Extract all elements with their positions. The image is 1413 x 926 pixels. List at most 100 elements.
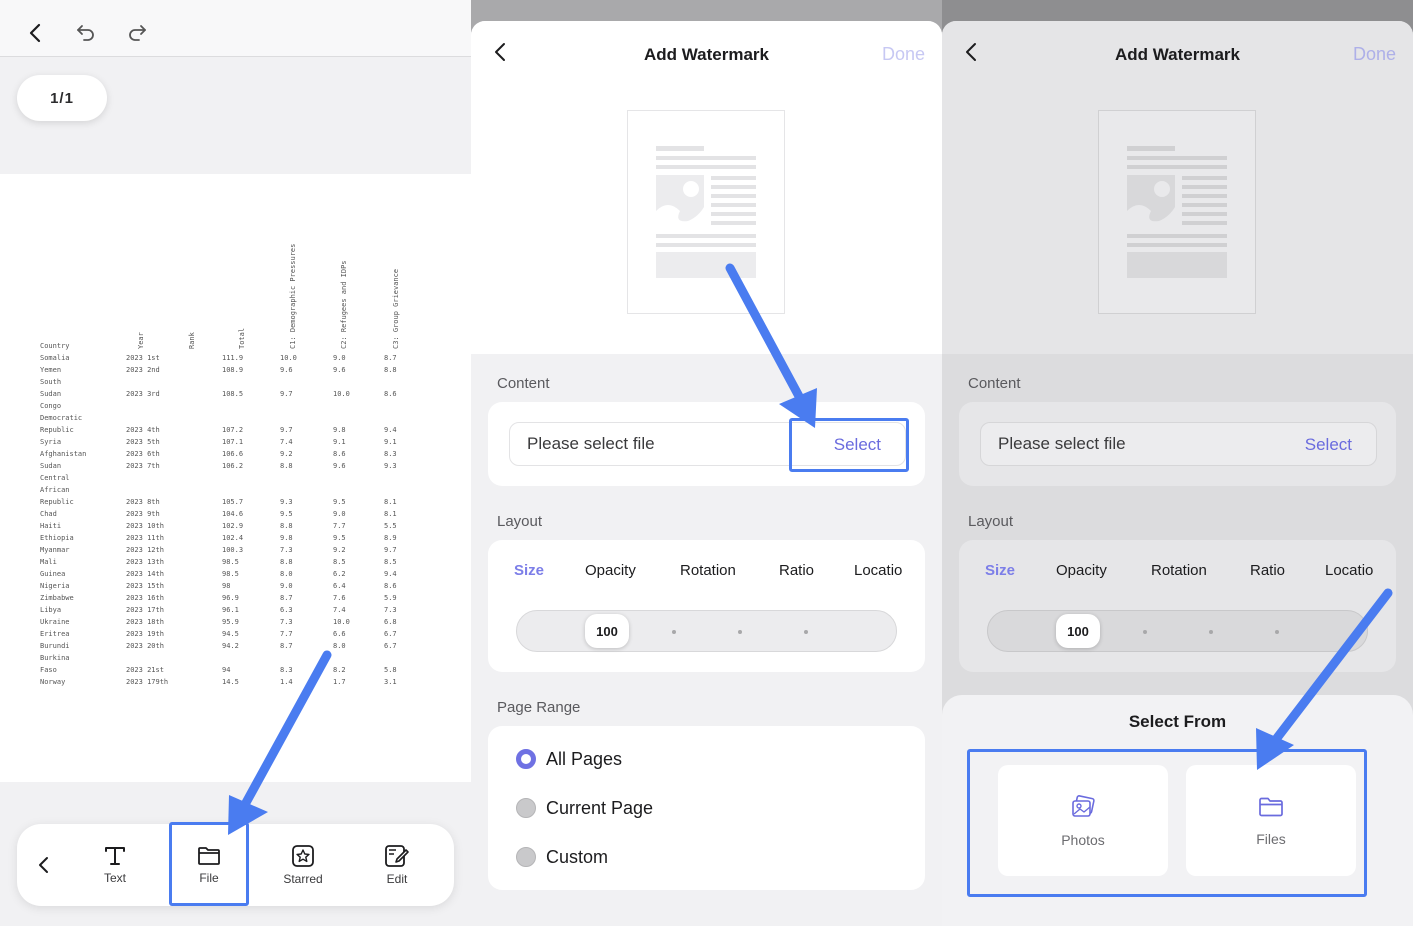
file-tool-highlight bbox=[169, 822, 249, 906]
cell-yearrank: 2023 21st bbox=[126, 666, 164, 674]
undo-icon[interactable] bbox=[71, 18, 101, 48]
cell-country: Sudan bbox=[40, 462, 62, 470]
cell-country: Central bbox=[40, 474, 70, 482]
cell-country: Somalia bbox=[40, 354, 70, 362]
tab-ratio[interactable]: Ratio bbox=[779, 562, 814, 579]
sheet-header-area: Add Watermark Done bbox=[471, 21, 942, 354]
column-header-c3: C3: Group Grievance bbox=[392, 268, 400, 349]
cell-c3: 5.8 bbox=[384, 666, 397, 674]
column-header-total: Total bbox=[238, 327, 246, 349]
cell-c2: 7.7 bbox=[333, 522, 346, 530]
cell-c1: 9.8 bbox=[280, 534, 293, 542]
text-tool-button[interactable]: Text bbox=[75, 824, 155, 906]
edit-tool-button[interactable]: Edit bbox=[357, 824, 437, 906]
cell-yearrank: 2023 4th bbox=[126, 426, 160, 434]
cell-c2: 8.2 bbox=[333, 666, 346, 674]
redo-icon[interactable] bbox=[122, 18, 152, 48]
cell-country: Faso bbox=[40, 666, 57, 674]
cell-c3: 5.5 bbox=[384, 522, 397, 530]
document-thumbnail-icon bbox=[656, 146, 756, 278]
cell-c1: 9.7 bbox=[280, 426, 293, 434]
cell-yearrank: 2023 19th bbox=[126, 630, 164, 638]
content-card: Please select file Select bbox=[959, 402, 1396, 486]
tab-rotation[interactable]: Rotation bbox=[1151, 562, 1207, 579]
cell-c1: 8.8 bbox=[280, 522, 293, 530]
sheet-header-area: Add Watermark Done bbox=[942, 21, 1413, 354]
cell-yearrank: 2023 7th bbox=[126, 462, 160, 470]
cell-c2: 7.6 bbox=[333, 594, 346, 602]
cell-c3: 9.1 bbox=[384, 438, 397, 446]
cell-yearrank: 2023 1st bbox=[126, 354, 160, 362]
cell-c1: 7.4 bbox=[280, 438, 293, 446]
tab-opacity[interactable]: Opacity bbox=[1056, 562, 1107, 579]
cell-c2: 6.2 bbox=[333, 570, 346, 578]
column-header-c2: C2: Refugees and IDPs bbox=[340, 260, 348, 349]
cell-total: 98 bbox=[222, 582, 231, 590]
done-button[interactable]: Done bbox=[1353, 44, 1396, 65]
cell-c2: 9.0 bbox=[333, 354, 346, 362]
cell-c3: 8.5 bbox=[384, 558, 397, 566]
tab-size[interactable]: Size bbox=[514, 562, 544, 579]
radio-unselected-icon bbox=[516, 847, 536, 867]
cell-c1: 8.7 bbox=[280, 594, 293, 602]
slider-tick bbox=[804, 630, 808, 634]
cell-c2: 9.8 bbox=[333, 426, 346, 434]
toolbar-back-button[interactable] bbox=[17, 824, 69, 906]
tab-size[interactable]: Size bbox=[985, 562, 1015, 579]
starred-tool-button[interactable]: Starred bbox=[263, 824, 343, 906]
cell-c3: 9.4 bbox=[384, 570, 397, 578]
file-input[interactable]: Please select file Select bbox=[980, 422, 1377, 466]
back-icon[interactable] bbox=[20, 18, 50, 48]
cell-c2: 9.6 bbox=[333, 462, 346, 470]
radio-unselected-icon bbox=[516, 798, 536, 818]
cell-yearrank: 2023 13th bbox=[126, 558, 164, 566]
radio-selected-icon bbox=[516, 749, 536, 769]
cell-total: 94 bbox=[222, 666, 231, 674]
cell-c2: 8.0 bbox=[333, 642, 346, 650]
cell-c1: 8.0 bbox=[280, 570, 293, 578]
cell-c2: 9.6 bbox=[333, 366, 346, 374]
cell-country: Ethiopia bbox=[40, 534, 74, 542]
slider-tick bbox=[1209, 630, 1213, 634]
slider-tick bbox=[1143, 630, 1147, 634]
edit-icon bbox=[385, 845, 409, 867]
cell-total: 100.3 bbox=[222, 546, 244, 554]
slider-knob[interactable]: 100 bbox=[585, 614, 629, 648]
cell-c1: 9.2 bbox=[280, 450, 293, 458]
tab-ratio[interactable]: Ratio bbox=[1250, 562, 1285, 579]
radio-all-pages[interactable]: All Pages bbox=[516, 744, 622, 774]
size-slider[interactable]: 100 bbox=[987, 610, 1368, 652]
cell-c2: 9.5 bbox=[333, 534, 346, 542]
select-from-panel: Add Watermark Done Content Please select… bbox=[942, 0, 1413, 926]
tab-location[interactable]: Locatio bbox=[1325, 562, 1373, 579]
cell-c2: 9.5 bbox=[333, 498, 346, 506]
size-slider[interactable]: 100 bbox=[516, 610, 897, 652]
cell-c1: 9.6 bbox=[280, 366, 293, 374]
tab-opacity[interactable]: Opacity bbox=[585, 562, 636, 579]
cell-total: 98.5 bbox=[222, 558, 239, 566]
slider-knob[interactable]: 100 bbox=[1056, 614, 1100, 648]
sheet-title: Add Watermark bbox=[643, 45, 769, 64]
slider-tick bbox=[672, 630, 676, 634]
cell-c1: 8.3 bbox=[280, 666, 293, 674]
done-button[interactable]: Done bbox=[882, 44, 925, 65]
document-editor-panel: 1/1 Year Rank Total C1: Demographic Pressur… bbox=[0, 0, 471, 926]
cell-country: Guinea bbox=[40, 570, 66, 578]
cell-country: Sudan bbox=[40, 390, 62, 398]
star-icon bbox=[292, 845, 314, 867]
radio-label: Current Page bbox=[546, 797, 654, 818]
radio-custom[interactable]: Custom bbox=[516, 842, 608, 872]
radio-current-page[interactable]: Current Page bbox=[516, 793, 653, 823]
cell-c1: 9.3 bbox=[280, 498, 293, 506]
tab-location[interactable]: Locatio bbox=[854, 562, 902, 579]
cell-c1: 8.7 bbox=[280, 642, 293, 650]
cell-c3: 8.1 bbox=[384, 510, 397, 518]
cell-c3: 8.7 bbox=[384, 354, 397, 362]
tab-rotation[interactable]: Rotation bbox=[680, 562, 736, 579]
select-file-button[interactable]: Select bbox=[1305, 423, 1352, 467]
layout-tabs: Size Opacity Rotation Ratio Locatio bbox=[488, 562, 925, 584]
select-button-highlight bbox=[789, 418, 909, 472]
page-preview-thumbnail bbox=[1098, 110, 1256, 314]
file-placeholder: Please select file bbox=[527, 434, 655, 453]
top-bar bbox=[0, 0, 471, 57]
